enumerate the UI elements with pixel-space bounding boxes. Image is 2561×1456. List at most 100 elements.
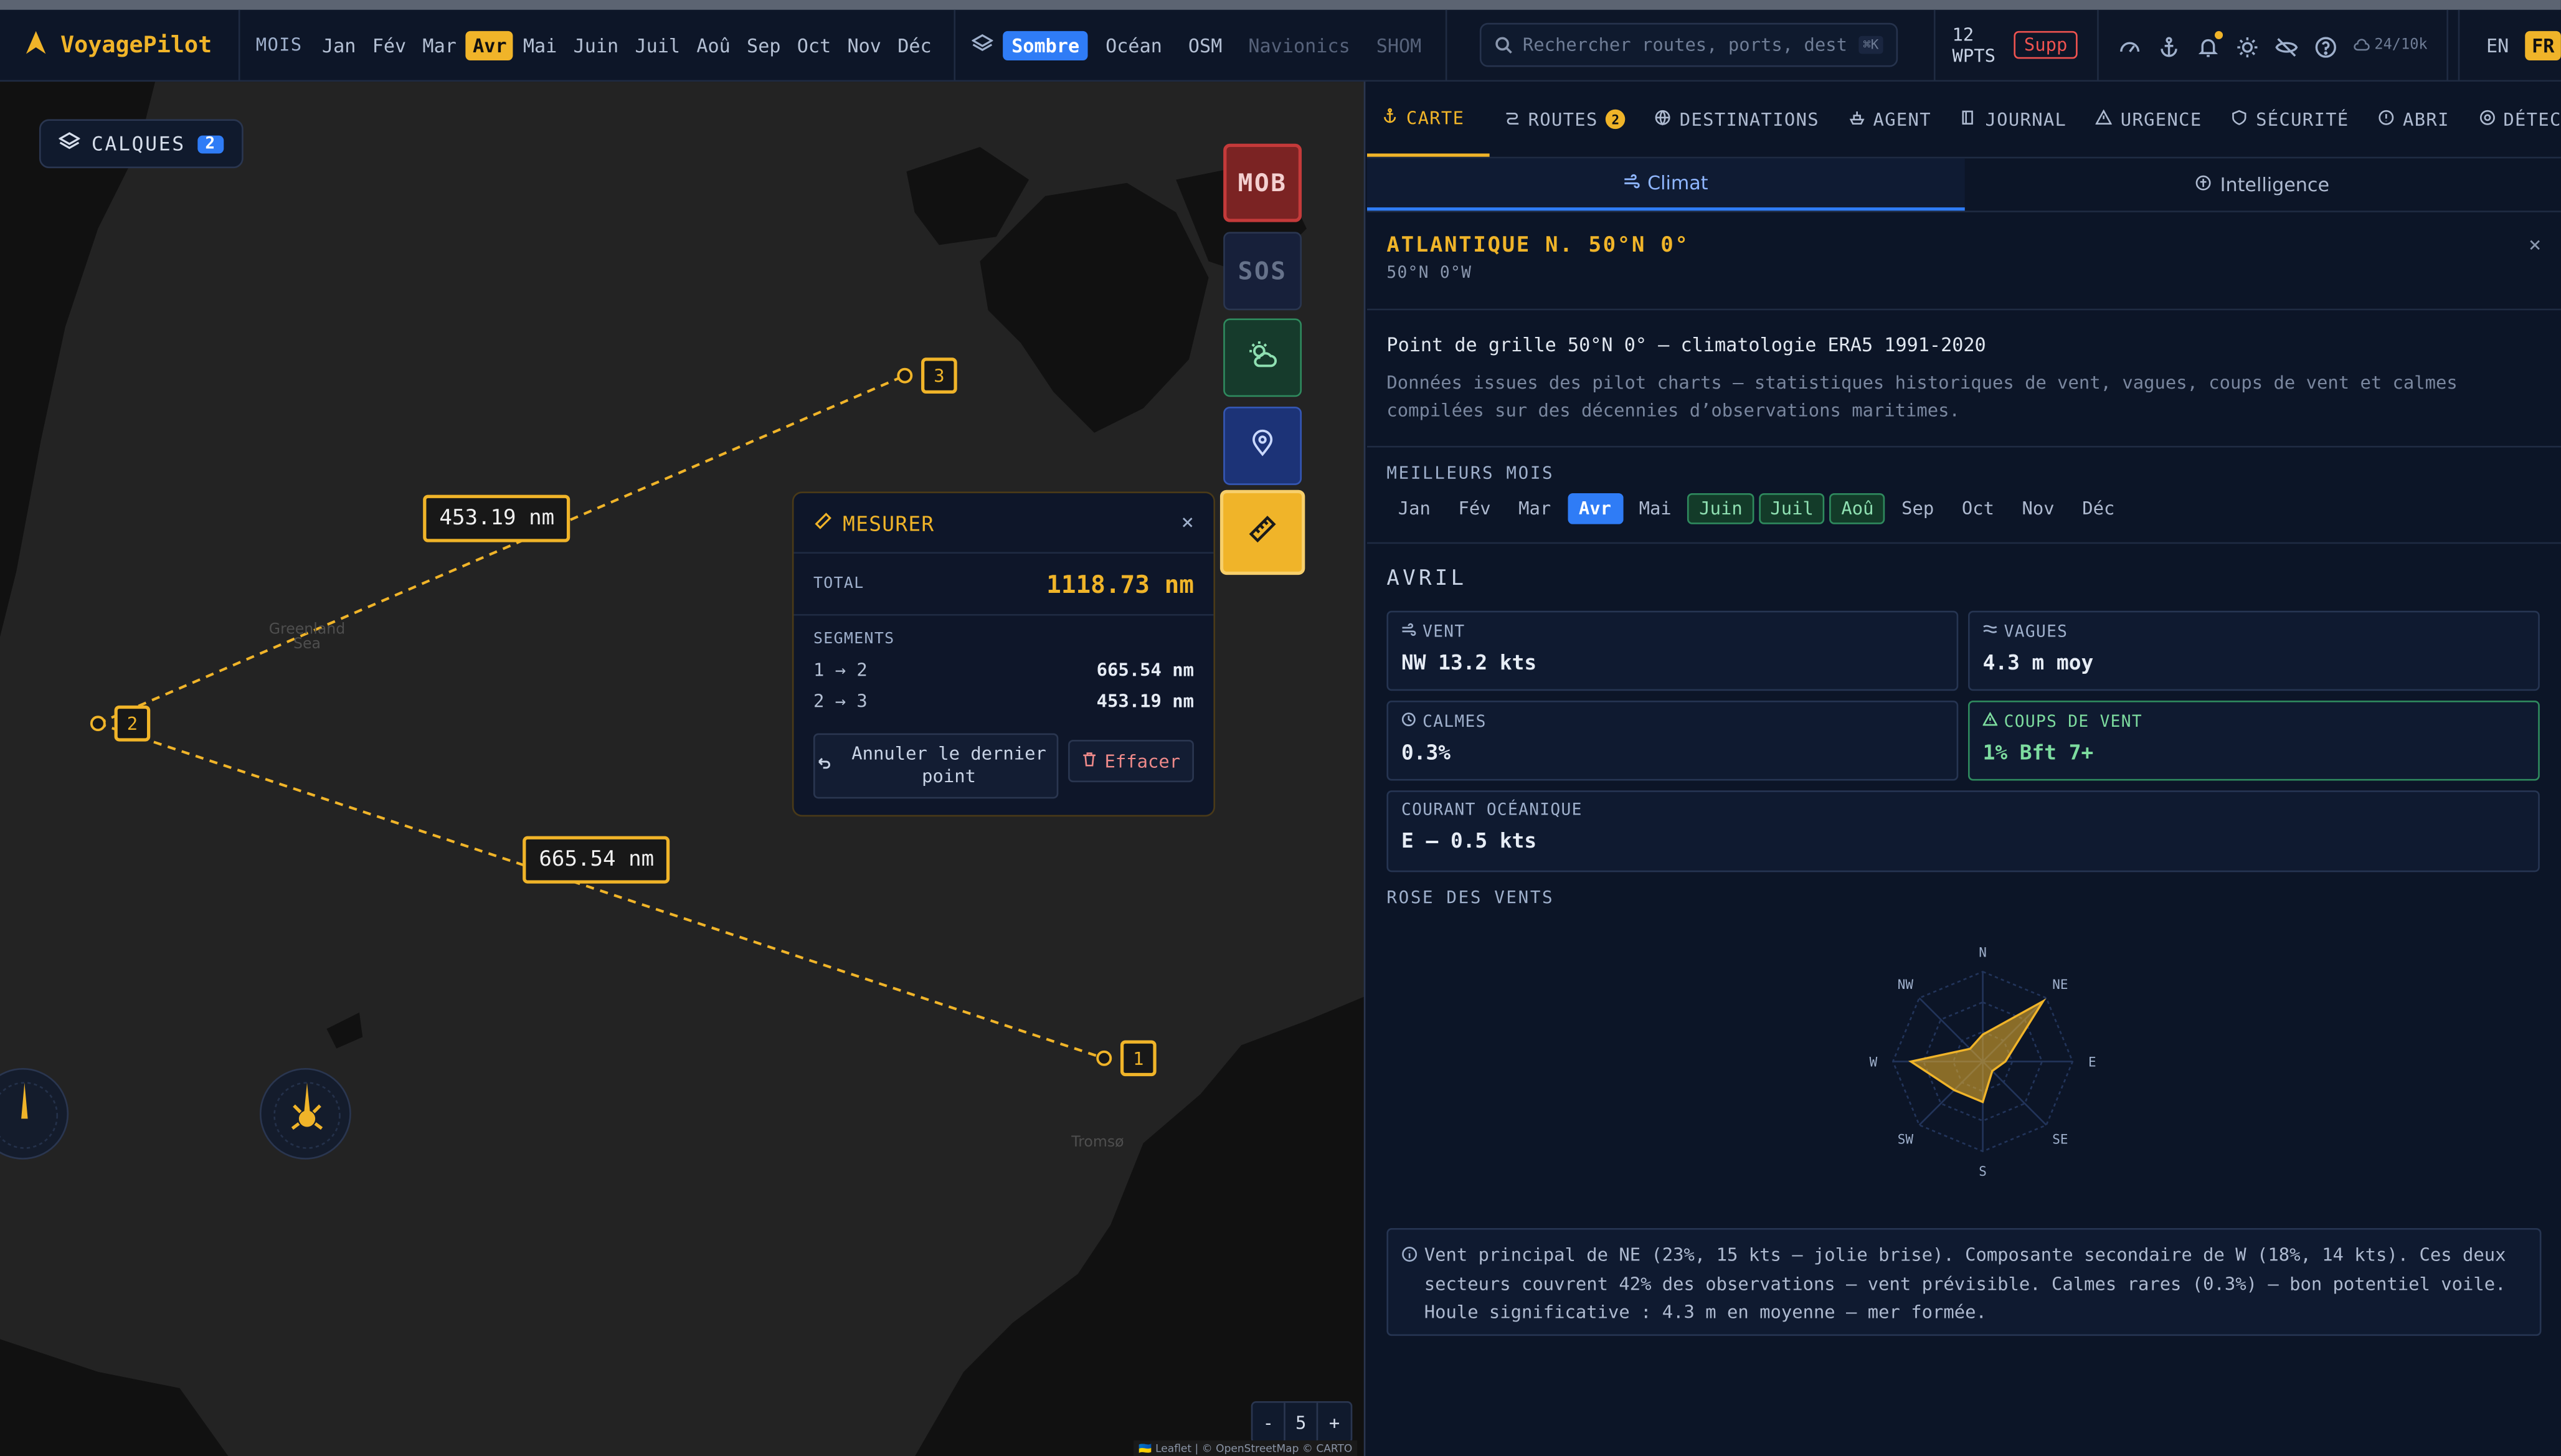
rose-direction-label: E <box>2088 1054 2096 1069</box>
waypoint-label-1[interactable]: 1 <box>1120 1040 1157 1077</box>
wind-icon <box>1401 622 1416 641</box>
best-month-chip[interactable]: Oct <box>1950 493 2005 524</box>
search-input[interactable] <box>1522 34 1849 56</box>
basemap-option[interactable]: Océan <box>1097 31 1170 60</box>
layers-label: CALQUES <box>91 132 186 156</box>
map-attribution[interactable]: 🇺🇦 Leaflet | © OpenStreetMap © CARTO <box>1134 1440 1358 1456</box>
best-month-chip[interactable]: Aoû <box>1830 493 1885 524</box>
measure-total-row: TOTAL 1118.73 nm <box>793 554 1214 616</box>
mob-button[interactable]: MOB <box>1223 143 1302 222</box>
tab-label: CARTE <box>1406 106 1465 128</box>
tab-abri[interactable]: ABRI <box>2364 82 2464 157</box>
language-option[interactable]: FR <box>2525 30 2561 60</box>
logo-icon <box>23 29 49 61</box>
rose-direction-label: SW <box>1898 1132 1914 1147</box>
undo-last-point-button[interactable]: Annuler le dernier point <box>813 733 1059 799</box>
tab-carte[interactable]: CARTE <box>1366 82 1489 157</box>
tab-label: ROUTES <box>1528 108 1598 130</box>
month-selector: MOIS Jan Fév Mar Avr Mai Juin Juil Aoû Sep Oct Nov… <box>240 9 957 80</box>
best-month-chip[interactable]: Jan <box>1386 493 1442 524</box>
wave-compass-widget[interactable] <box>259 1068 351 1160</box>
globe-icon <box>1655 108 1671 130</box>
month-option[interactable]: Avr <box>466 30 514 60</box>
month-option[interactable]: Juil <box>628 31 687 60</box>
tab-destinations[interactable]: DESTINATIONS <box>1640 82 1834 157</box>
close-icon[interactable]: × <box>2529 234 2542 258</box>
zoom-in-button[interactable]: + <box>1318 1403 1350 1442</box>
weather-button[interactable] <box>1223 318 1302 397</box>
subtab-intelligence[interactable]: Intelligence <box>1964 158 2560 210</box>
layers-button[interactable]: CALQUES 2 <box>39 119 243 169</box>
brand[interactable]: VoyagePilot <box>0 9 240 80</box>
stats-grid: VENT NW 13.2 kts VAGUES 4.3 m moy CALMES… <box>1386 610 2541 872</box>
layers-count-badge: 2 <box>197 135 224 153</box>
subtab-climat[interactable]: Climat <box>1366 158 1964 211</box>
best-month-chip[interactable]: Déc <box>2071 493 2126 524</box>
waypoint-marker-3 <box>897 367 913 384</box>
month-option[interactable]: Déc <box>891 31 938 60</box>
help-icon[interactable] <box>2314 34 2337 57</box>
month-option[interactable]: Mai <box>516 31 563 60</box>
basemap-option[interactable]: Sombre <box>1003 30 1088 60</box>
best-month-chip[interactable]: Fév <box>1447 493 1502 524</box>
delete-waypoints-button[interactable]: Supp <box>2014 31 2078 59</box>
best-month-chip[interactable]: Juin <box>1687 493 1754 524</box>
close-icon[interactable]: × <box>1181 511 1194 535</box>
basemap-option[interactable]: OSM <box>1180 31 1231 60</box>
current-card: COURANT OCÉANIQUE E — 0.5 kts <box>1386 790 2540 872</box>
month-option[interactable]: Aoû <box>690 31 737 60</box>
calms-label: CALMES <box>1423 712 1487 731</box>
best-month-chip[interactable]: Mai <box>1627 493 1683 524</box>
month-option[interactable]: Sep <box>741 31 787 60</box>
measure-segments-label: SEGMENTS <box>813 630 895 649</box>
best-month-chip[interactable]: Sep <box>1890 493 1946 524</box>
tab-détection[interactable]: DÉTECTION <box>2464 82 2561 157</box>
tab-agent[interactable]: AGENT <box>1834 82 1946 157</box>
sos-button[interactable]: SOS <box>1223 232 1302 311</box>
language-option[interactable]: EN <box>2480 31 2516 60</box>
measure-tool-button[interactable] <box>1219 489 1305 575</box>
sun-icon[interactable] <box>2235 34 2258 57</box>
eye-off-icon[interactable] <box>2275 34 2298 57</box>
tab-sécurité[interactable]: SÉCURITÉ <box>2217 82 2364 157</box>
api-quota-value: 24/10k <box>2374 37 2428 54</box>
clear-measure-button[interactable]: Effacer <box>1068 739 1194 783</box>
month-option[interactable]: Jan <box>315 31 362 60</box>
segment-legs: 2 → 3 <box>813 691 868 712</box>
month-option[interactable]: Juin <box>567 31 625 60</box>
tab-label: ABRI <box>2403 108 2450 130</box>
map-view[interactable]: Greenland Sea Tromsø CALQUES 2 453.19 nm… <box>0 82 1366 1456</box>
layers-icon <box>972 29 995 60</box>
waypoint-label-2[interactable]: 2 <box>114 705 151 742</box>
location-button[interactable] <box>1223 406 1302 485</box>
gauge-icon[interactable] <box>2118 34 2141 57</box>
month-option[interactable]: Nov <box>841 31 888 60</box>
rose-direction-label: W <box>1870 1054 1878 1069</box>
zoom-out-button[interactable]: - <box>1252 1402 1285 1442</box>
best-month-chip[interactable]: Avr <box>1567 493 1623 524</box>
best-month-chip[interactable]: Juil <box>1758 493 1825 524</box>
sos-label: SOS <box>1238 256 1287 286</box>
bell-icon[interactable] <box>2197 30 2223 57</box>
wind-rose: N NE E SE S SW W NW <box>1386 918 2541 1212</box>
tab-urgence[interactable]: URGENCE <box>2081 82 2217 157</box>
gales-label: COUPS DE VENT <box>2004 712 2143 731</box>
basemap-selector: Sombre Océan OSM Navionics SHOM <box>956 9 1448 80</box>
anchor-icon[interactable] <box>2157 34 2180 57</box>
notification-dot <box>2214 30 2223 39</box>
rose-direction-label: SE <box>2052 1132 2068 1147</box>
wind-compass-widget[interactable] <box>0 1068 69 1160</box>
best-month-chip[interactable]: Mar <box>1507 493 1563 524</box>
month-option[interactable]: Oct <box>790 31 837 60</box>
month-option[interactable]: Fév <box>366 31 412 60</box>
best-month-chip[interactable]: Nov <box>2010 493 2066 524</box>
tab-routes[interactable]: ROUTES 2 <box>1489 82 1640 157</box>
top-bar: VoyagePilot MOIS Jan Fév Mar Avr Mai Juin Juil… <box>0 0 2561 82</box>
month-option[interactable]: Mar <box>416 31 463 60</box>
waypoint-label-3[interactable]: 3 <box>921 357 957 394</box>
rose-direction-label: NW <box>1898 977 1914 992</box>
tab-journal[interactable]: JOURNAL <box>1946 82 2081 157</box>
search-box[interactable]: ⌘K <box>1480 22 1898 67</box>
search-shortcut: ⌘K <box>1858 35 1884 54</box>
waves-value: 4.3 m moy <box>1982 650 2094 675</box>
